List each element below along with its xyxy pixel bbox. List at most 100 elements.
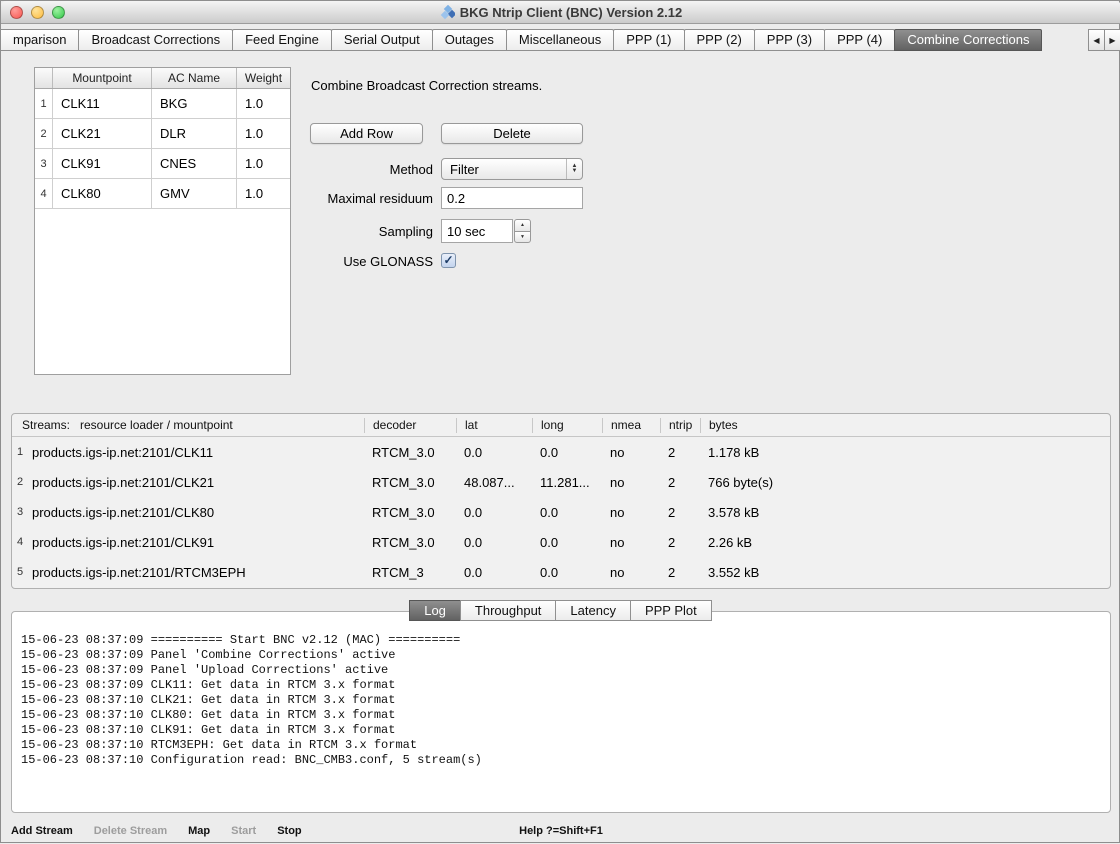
cell-mountpoint[interactable]: CLK91 [53,149,152,178]
cell-stream-mountpoint: products.igs-ip.net:2101/CLK21 [28,475,364,490]
sampling-input[interactable] [441,219,513,243]
log-line: 15-06-23 08:37:09 CLK11: Get data in RTC… [21,678,1102,693]
panel-description: Combine Broadcast Correction streams. [311,78,542,93]
corner-header-cell [35,68,53,88]
streams-panel: Streams: resource loader / mountpoint de… [11,413,1111,589]
log-line: 15-06-23 08:37:09 ========== Start BNC v… [21,633,1102,648]
window-title: BKG Ntrip Client (BNC) Version 2.12 [460,5,682,20]
cell-weight[interactable]: 1.0 [237,89,290,118]
tab-feed-engine[interactable]: Feed Engine [232,29,332,51]
stream-row[interactable]: 4 products.igs-ip.net:2101/CLK91 RTCM_3.… [12,527,1110,557]
spinner-up-button[interactable]: ▲ [514,219,531,232]
log-panel: 15-06-23 08:37:09 ========== Start BNC v… [11,611,1111,813]
log-line: 15-06-23 08:37:10 CLK21: Get data in RTC… [21,693,1102,708]
sampling-label: Sampling [310,224,433,239]
column-header-lat: lat [456,418,532,433]
cell-ac-name[interactable]: GMV [152,179,237,208]
row-number: 1 [35,89,53,118]
table-row[interactable]: 3 CLK91 CNES 1.0 [35,149,290,179]
cell-bytes: 2.26 kB [700,535,1110,550]
cell-lat: 0.0 [456,505,532,520]
tab-ppp-plot[interactable]: PPP Plot [630,600,712,621]
tab-ppp-1[interactable]: PPP (1) [613,29,684,51]
column-header-weight: Weight [237,68,290,88]
row-number: 4 [12,536,28,548]
cell-long: 0.0 [532,505,602,520]
row-number: 2 [35,119,53,148]
tab-latency[interactable]: Latency [555,600,631,621]
tab-ppp-2[interactable]: PPP (2) [684,29,755,51]
column-header-nmea: nmea [602,418,660,433]
spinner-down-icon: ▼ [520,234,525,240]
tab-serial-output[interactable]: Serial Output [331,29,433,51]
method-select[interactable]: Filter ▲ ▼ [441,158,583,180]
cell-ntrip: 2 [660,475,700,490]
main-tabbar: mparison Broadcast Corrections Feed Engi… [1,29,1120,51]
cell-ac-name[interactable]: CNES [152,149,237,178]
tab-combine-corrections[interactable]: Combine Corrections [894,29,1042,51]
cell-long: 0.0 [532,535,602,550]
tab-throughput[interactable]: Throughput [460,600,557,621]
tab-comparison[interactable]: mparison [1,29,79,51]
row-number: 1 [12,446,28,458]
cell-ac-name[interactable]: DLR [152,119,237,148]
cell-stream-mountpoint: products.igs-ip.net:2101/CLK91 [28,535,364,550]
tab-scroll-right-button[interactable]: ▶ [1104,29,1120,51]
cell-nmea: no [602,475,660,490]
use-glonass-label: Use GLONASS [310,254,433,269]
table-row[interactable]: 1 CLK11 BKG 1.0 [35,89,290,119]
column-header-long: long [532,418,602,433]
cell-weight[interactable]: 1.0 [237,149,290,178]
spinner-up-icon: ▲ [520,222,525,228]
cell-bytes: 1.178 kB [700,445,1110,460]
cell-mountpoint[interactable]: CLK21 [53,119,152,148]
cell-stream-mountpoint: products.igs-ip.net:2101/CLK80 [28,505,364,520]
cell-long: 0.0 [532,445,602,460]
scroll-right-icon: ▶ [1109,36,1115,45]
table-row[interactable]: 4 CLK80 GMV 1.0 [35,179,290,209]
stepper-down-icon: ▼ [572,169,578,174]
cell-bytes: 3.552 kB [700,565,1110,580]
cell-nmea: no [602,535,660,550]
cell-lat: 48.087... [456,475,532,490]
log-line: 15-06-23 08:37:09 Panel 'Combine Correct… [21,648,1102,663]
cell-nmea: no [602,505,660,520]
log-line: 15-06-23 08:37:10 Configuration read: BN… [21,753,1102,768]
cell-weight[interactable]: 1.0 [237,119,290,148]
scroll-left-icon: ◀ [1093,36,1099,45]
cell-stream-mountpoint: products.igs-ip.net:2101/CLK11 [28,445,364,460]
dropdown-stepper-icon: ▲ ▼ [566,159,582,179]
tab-outages[interactable]: Outages [432,29,507,51]
cell-weight[interactable]: 1.0 [237,179,290,208]
stream-row[interactable]: 1 products.igs-ip.net:2101/CLK11 RTCM_3.… [12,437,1110,467]
method-label: Method [310,162,433,177]
cell-lat: 0.0 [456,565,532,580]
table-row[interactable]: 2 CLK21 DLR 1.0 [35,119,290,149]
stream-row[interactable]: 3 products.igs-ip.net:2101/CLK80 RTCM_3.… [12,497,1110,527]
maximal-residuum-input[interactable] [441,187,583,209]
cell-decoder: RTCM_3.0 [364,475,456,490]
tab-broadcast-corrections[interactable]: Broadcast Corrections [78,29,233,51]
column-header-ntrip: ntrip [660,418,700,433]
delete-button[interactable]: Delete [441,123,583,144]
row-number: 2 [12,476,28,488]
use-glonass-checkbox[interactable]: ✓ [441,253,456,268]
row-number: 5 [12,566,28,578]
tab-ppp-3[interactable]: PPP (3) [754,29,825,51]
combination-table: Mountpoint AC Name Weight 1 CLK11 BKG 1.… [34,67,291,375]
tab-scroll-left-button[interactable]: ◀ [1088,29,1105,51]
cell-ac-name[interactable]: BKG [152,89,237,118]
tab-miscellaneous[interactable]: Miscellaneous [506,29,614,51]
column-header-bytes: bytes [700,418,1110,433]
streams-header: Streams: resource loader / mountpoint de… [12,414,1110,437]
cell-mountpoint[interactable]: CLK11 [53,89,152,118]
spinner-down-button[interactable]: ▼ [514,231,531,244]
stream-row[interactable]: 5 products.igs-ip.net:2101/RTCM3EPH RTCM… [12,557,1110,587]
tab-ppp-4[interactable]: PPP (4) [824,29,895,51]
app-icon [440,5,455,20]
tab-scroll-buttons: ◀ ▶ [1089,29,1120,51]
tab-log[interactable]: Log [409,600,461,621]
add-row-button[interactable]: Add Row [310,123,423,144]
stream-row[interactable]: 2 products.igs-ip.net:2101/CLK21 RTCM_3.… [12,467,1110,497]
cell-mountpoint[interactable]: CLK80 [53,179,152,208]
